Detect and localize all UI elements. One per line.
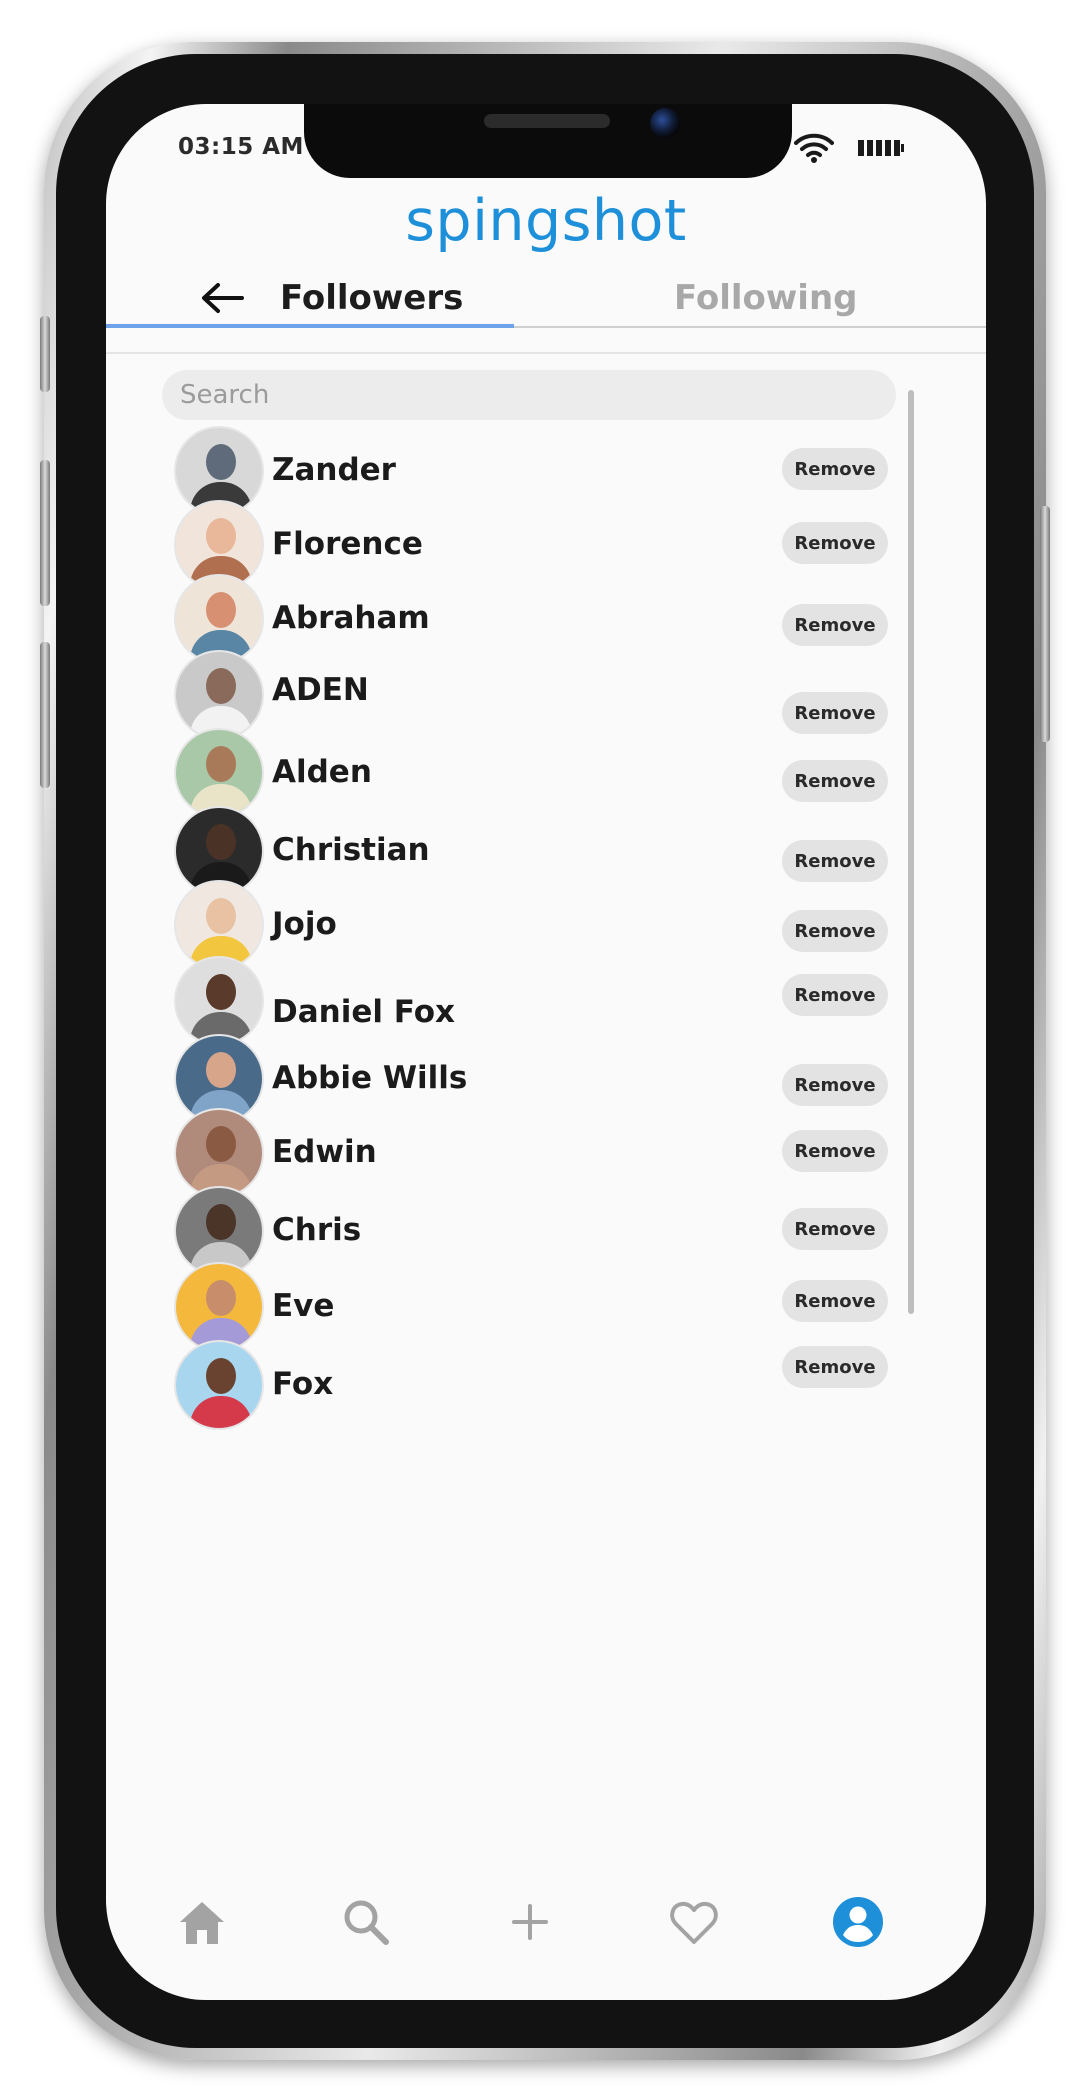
follower-name[interactable]: Chris (272, 1212, 361, 1248)
list-item: Fox Remove (106, 1340, 986, 1430)
remove-button[interactable]: Remove (782, 1064, 888, 1106)
plus-icon[interactable] (502, 1894, 558, 1950)
avatar[interactable] (174, 956, 264, 1046)
avatar[interactable] (174, 1108, 264, 1198)
follower-name[interactable]: Zander (272, 452, 396, 488)
list-item: Daniel Fox Remove (106, 956, 986, 1046)
remove-button[interactable]: Remove (782, 840, 888, 882)
volume-down-button (40, 642, 50, 788)
remove-button[interactable]: Remove (782, 522, 888, 564)
remove-button[interactable]: Remove (782, 1208, 888, 1250)
volume-up-button (40, 460, 50, 606)
mute-switch (40, 316, 50, 392)
follower-name[interactable]: Christian (272, 832, 430, 868)
list-item: ADEN Remove (106, 650, 986, 740)
heart-icon[interactable] (666, 1894, 722, 1950)
remove-button[interactable]: Remove (782, 760, 888, 802)
avatar[interactable] (174, 728, 264, 818)
remove-button[interactable]: Remove (782, 1130, 888, 1172)
list-item: Edwin Remove (106, 1108, 986, 1198)
follower-name[interactable]: Abraham (272, 600, 430, 636)
search-icon[interactable] (338, 1894, 394, 1950)
follower-name[interactable]: ADEN (272, 672, 369, 708)
follower-name[interactable]: Florence (272, 526, 423, 562)
screen: 03:15 AM spingshot Followers Following Z… (106, 104, 986, 2000)
follower-name[interactable]: Abbie Wills (272, 1060, 467, 1096)
list-item: Eve Remove (106, 1262, 986, 1352)
remove-button[interactable]: Remove (782, 910, 888, 952)
remove-button[interactable]: Remove (782, 974, 888, 1016)
avatar[interactable] (174, 1262, 264, 1352)
remove-button[interactable]: Remove (782, 1346, 888, 1388)
follower-name[interactable]: Jojo (272, 906, 337, 942)
follower-name[interactable]: Edwin (272, 1134, 377, 1170)
remove-button[interactable]: Remove (782, 448, 888, 490)
profile-icon[interactable] (830, 1894, 886, 1950)
follower-name[interactable]: Fox (272, 1366, 333, 1402)
follower-name[interactable]: Daniel Fox (272, 994, 455, 1030)
home-icon[interactable] (174, 1894, 230, 1950)
follower-list: Zander Remove Florence Remove Abraham Remove A… (106, 104, 986, 2000)
remove-button[interactable]: Remove (782, 1280, 888, 1322)
avatar[interactable] (174, 1340, 264, 1430)
follower-name[interactable]: Alden (272, 754, 372, 790)
list-item: Alden Remove (106, 728, 986, 818)
bottom-nav (106, 1888, 986, 1958)
remove-button[interactable]: Remove (782, 604, 888, 646)
avatar[interactable] (174, 650, 264, 740)
power-button (1040, 506, 1050, 742)
follower-name[interactable]: Eve (272, 1288, 334, 1324)
